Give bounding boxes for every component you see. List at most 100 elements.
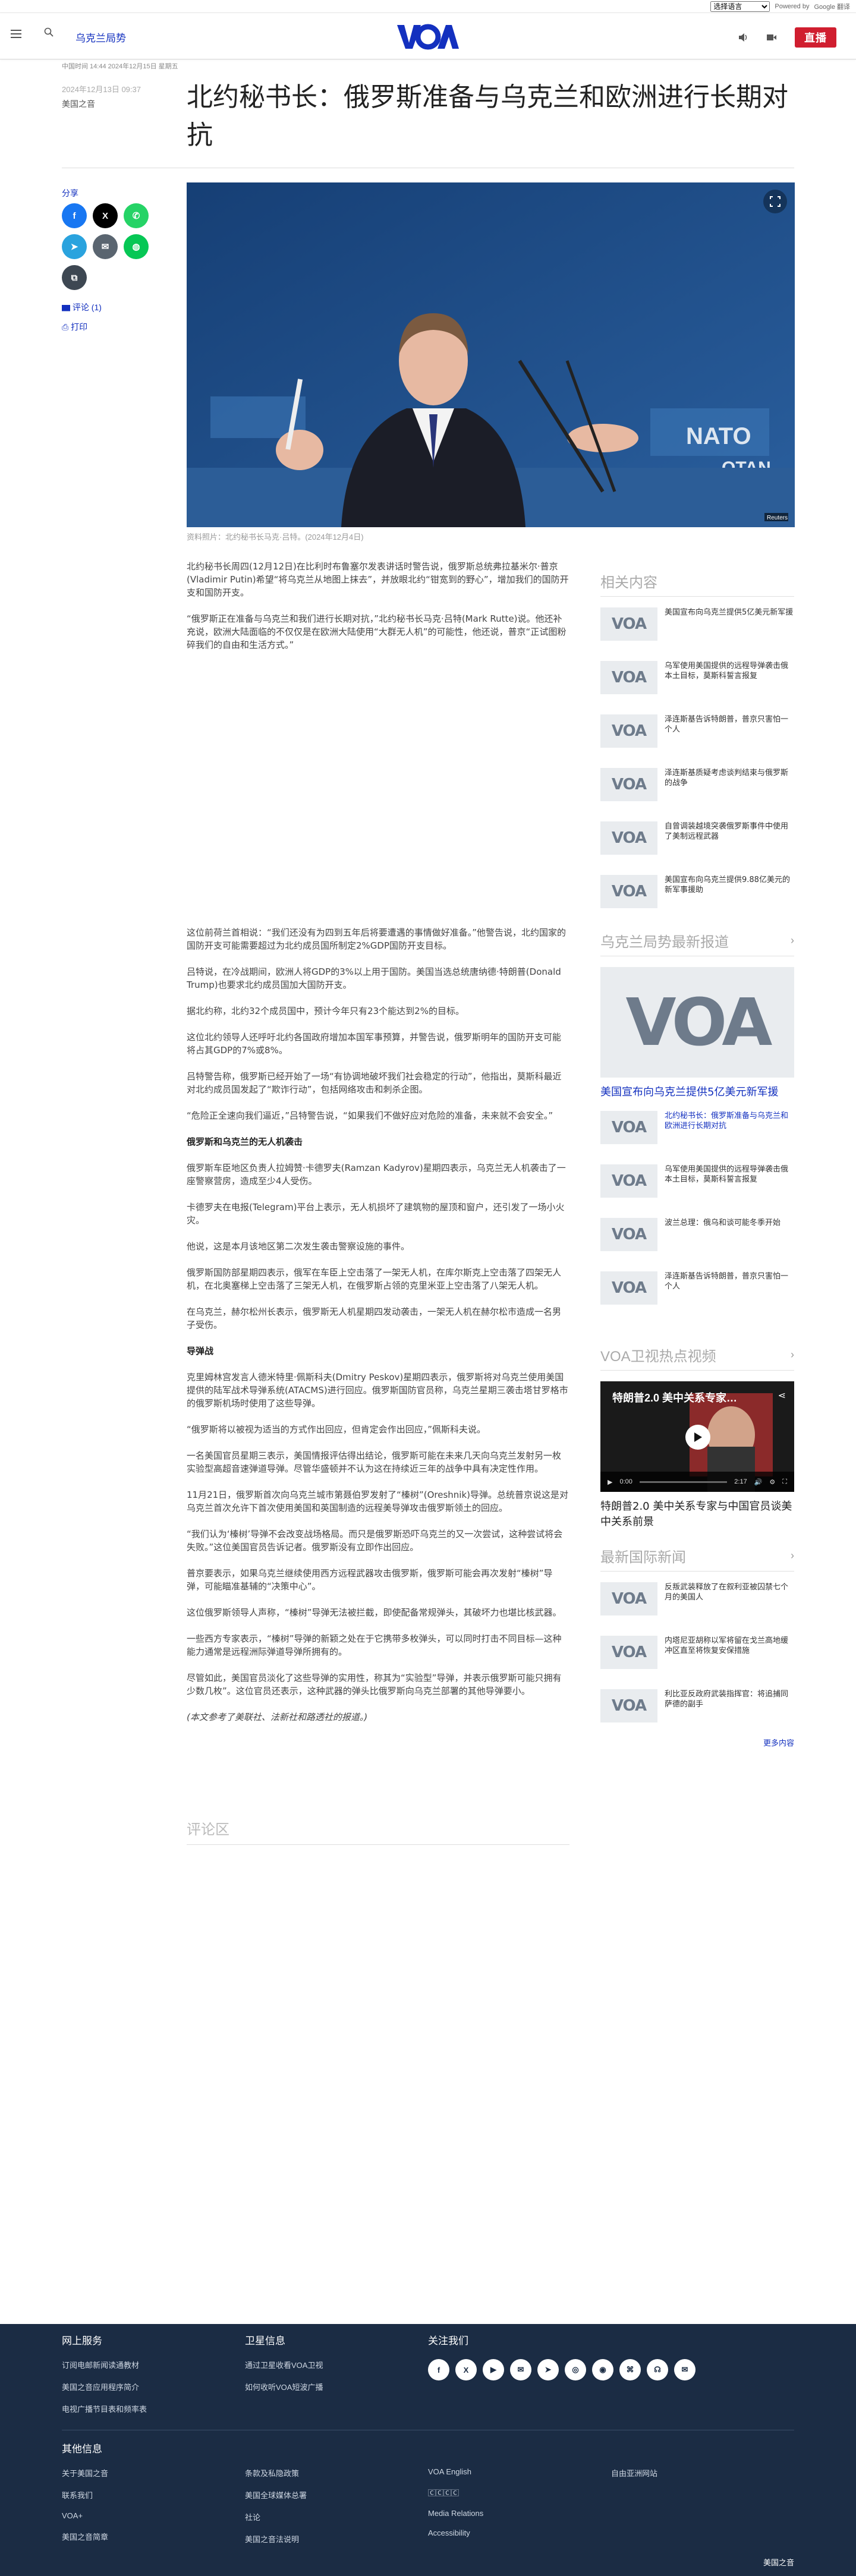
hero-photo-illustration: NATO OTAN Reuters <box>187 182 795 527</box>
telegram-icon[interactable]: ➤ <box>537 2359 559 2380</box>
video-progress[interactable] <box>639 1481 728 1483</box>
list-item[interactable]: VOA 泽连斯基质疑考虑谈判结束与俄罗斯的战争 <box>600 757 794 811</box>
chevron-right-icon: › <box>791 1349 794 1361</box>
feature-headline[interactable]: 美国宣布向乌克兰提供5亿美元新军援 <box>600 1085 794 1100</box>
threads-icon[interactable]: ◉ <box>592 2359 613 2380</box>
paragraph: 俄罗斯车臣地区负责人拉姆赞·卡德罗夫(Ramzan Kadyrov)星期四表示，… <box>187 1163 566 1186</box>
paragraph: 这位前荷兰首相说：“我们还没有为四到五年后将要遭遇的事情做好准备。”他警告说，北… <box>187 927 567 951</box>
audio-icon[interactable] <box>738 32 748 43</box>
video-icon[interactable] <box>766 32 777 43</box>
footer-link[interactable]: 美国之音简章 <box>62 2531 245 2542</box>
copy-link-icon[interactable]: ⧉ <box>62 265 87 290</box>
footer-link[interactable]: Accessibility <box>428 2528 611 2537</box>
list-item[interactable]: VOA 乌军使用美国提供的远程导弹袭击俄本土目标，莫斯科誓言报复 <box>600 650 794 704</box>
footer-link[interactable]: 联系我们 <box>62 2489 245 2501</box>
list-item[interactable]: VOA 北约秘书长：俄罗斯准备与乌克兰和欧洲进行长期对抗 <box>600 1100 794 1154</box>
video-caption[interactable]: 特朗普2.0 美中关系专家与中国官员谈美中关系前景 <box>600 1499 794 1530</box>
settings-icon[interactable]: ⚙ <box>769 1478 775 1486</box>
language-select[interactable]: 选择语言 <box>710 1 770 12</box>
share-icon[interactable]: ⋖ <box>778 1390 786 1402</box>
footer-link[interactable]: 通过卫星收看VOA卫视 <box>245 2359 323 2370</box>
comment-link[interactable]: ▆ 评论 (1) <box>62 301 102 313</box>
rss-icon[interactable]: ⌘ <box>619 2359 641 2380</box>
line-icon[interactable]: ◍ <box>124 234 149 259</box>
list-item[interactable]: VOA 泽连斯基告诉特朗普，普京只害怕一个人 <box>600 704 794 757</box>
list-item[interactable]: VOA 美国宣布向乌克兰提供9.88亿美元的新军事援助 <box>600 864 794 918</box>
ukraine-latest-title[interactable]: 乌克兰局势最新报道 › <box>600 930 794 956</box>
print-link[interactable]: ⎙ 打印 <box>62 321 87 333</box>
footer-link[interactable]: 美国之音法说明 <box>245 2533 428 2544</box>
share-buttons: f X ✆ ➤ ✉ ◍ ⧉ <box>62 203 157 290</box>
article-author: 美国之音 <box>62 99 95 109</box>
podcast-icon[interactable]: ☊ <box>647 2359 668 2380</box>
more-news-link[interactable]: 更多内容 <box>600 1737 794 1748</box>
svg-text:NATO: NATO <box>686 423 751 449</box>
list-item[interactable]: VOA 波兰总理：俄乌和谈可能冬季开始 <box>600 1207 794 1261</box>
footer-link[interactable]: 关于美国之音 <box>62 2467 245 2479</box>
newsletter-icon[interactable]: ✉ <box>674 2359 696 2380</box>
instagram-icon[interactable]: ◎ <box>565 2359 586 2380</box>
footer-link[interactable]: 电视广播节目表和频率表 <box>62 2403 147 2414</box>
list-item[interactable]: VOA 泽连斯基告诉特朗普，普京只害怕一个人 <box>600 1261 794 1314</box>
section-title-link[interactable]: 乌克兰局势 <box>75 30 126 45</box>
live-button[interactable]: 直播 <box>795 27 836 48</box>
x-icon[interactable]: X <box>455 2359 477 2380</box>
international-news-title[interactable]: 最新国际新闻 › <box>600 1545 794 1572</box>
paragraph: “我们认为‘榛树’导弹不会改变战场格局。而只是俄罗斯恐吓乌克兰的又一次尝试，这种… <box>187 1529 563 1552</box>
footer-link[interactable]: 条款及私隐政策 <box>245 2467 428 2479</box>
google-translate-link[interactable]: Google 翻译 <box>814 2 850 11</box>
footer-follow-title: 关注我们 <box>428 2335 468 2347</box>
footer-other-title: 其他信息 <box>62 2443 102 2455</box>
email-icon[interactable]: ✉ <box>93 234 118 259</box>
list-item[interactable]: VOA 美国宣布向乌克兰提供5亿美元新军援 <box>600 597 794 650</box>
video-section: VOA卫视热点视频 › 特朗普2.0 美中关系专家… ⋖ ▶ 0:00 2:17 … <box>600 1344 794 1530</box>
social-icons: f X ▶ ✉ ➤ ◎ ◉ ⌘ ☊ ✉ <box>428 2359 696 2380</box>
video-player[interactable]: 特朗普2.0 美中关系专家… ⋖ ▶ 0:00 2:17 🔊 ⚙ ⛶ <box>600 1381 794 1492</box>
volume-icon[interactable]: 🔊 <box>754 1478 763 1486</box>
footer-link[interactable]: 🄲🄲🄲🄲 <box>428 2487 611 2498</box>
facebook-icon[interactable]: f <box>62 203 87 228</box>
facebook-icon[interactable]: f <box>428 2359 449 2380</box>
x-icon[interactable]: X <box>93 203 118 228</box>
article-date: 2024年12月13日 09:37 <box>62 85 141 94</box>
footer-link[interactable]: VOA+ <box>62 2511 245 2520</box>
footer-link[interactable]: 如何收听VOA短波广播 <box>245 2381 323 2392</box>
share-label: 分享 <box>62 188 78 198</box>
footer-link[interactable]: VOA English <box>428 2467 611 2476</box>
powered-by: Powered by <box>775 2 810 10</box>
list-item[interactable]: VOA 乌军使用美国提供的远程导弹袭击俄本土目标，莫斯科誓言报复 <box>600 1154 794 1207</box>
feature-thumbnail[interactable]: VOA <box>600 967 794 1078</box>
footer-link[interactable]: 社论 <box>245 2511 428 2523</box>
video-section-title[interactable]: VOA卫视热点视频 › <box>600 1344 794 1371</box>
footer-link[interactable]: 美国之音应用程序简介 <box>62 2381 147 2392</box>
email-icon[interactable]: ✉ <box>510 2359 531 2380</box>
telegram-icon[interactable]: ➤ <box>62 234 87 259</box>
youtube-icon[interactable]: ▶ <box>483 2359 504 2380</box>
fullscreen-icon[interactable] <box>763 190 787 213</box>
list-item[interactable]: VOA 自曾调装越境突袭俄罗斯事件中使用了美制远程武器 <box>600 811 794 864</box>
play-icon[interactable] <box>685 1425 710 1450</box>
list-item[interactable]: VOA 内塔尼亚胡称以军将留在戈兰高地缓冲区直至将恢复安保措施 <box>600 1625 794 1679</box>
footer-link[interactable]: 美国全球媒体总署 <box>245 2489 428 2501</box>
list-item[interactable]: VOA 利比亚反政府武装指挥官：将追捕同萨德的副手 <box>600 1679 794 1732</box>
dateline: 中国时间 14:44 2024年12月15日 星期五 <box>62 63 178 70</box>
voa-thumbnail: VOA <box>600 875 657 908</box>
list-item[interactable]: VOA 反叛武装释放了在叙利亚被囚禁七个月的美国人 <box>600 1572 794 1625</box>
menu-icon[interactable] <box>11 30 21 40</box>
footer-link[interactable]: 自由亚洲网站 <box>611 2467 794 2479</box>
paragraph: 这位俄罗斯领导人声称，“榛树”导弹无法被拦截，即使配备常规弹头，其破坏力也堪比核… <box>187 1607 562 1618</box>
voa-logo[interactable] <box>396 23 459 51</box>
hero-photo: NATO OTAN Reuters <box>187 182 795 527</box>
search-icon[interactable] <box>44 27 54 37</box>
footer-link[interactable]: 订阅电邮新闻读通教材 <box>62 2359 147 2370</box>
whatsapp-icon[interactable]: ✆ <box>124 203 149 228</box>
print-icon: ⎙ <box>62 322 71 332</box>
related-title: 相关内容 <box>600 571 794 597</box>
voa-thumbnail: VOA <box>600 714 657 748</box>
paragraph: 俄罗斯国防部星期四表示，俄军在车臣上空击落了一架无人机，在库尔斯克上空击落了四架… <box>187 1267 562 1291</box>
paragraph: “俄罗斯正在准备与乌克兰和我们进行长期对抗，”北约秘书长马克·吕特(Mark R… <box>187 613 567 650</box>
photo-credit: Reuters <box>767 515 788 521</box>
fullscreen-icon[interactable]: ⛶ <box>782 1478 787 1486</box>
footer-link[interactable]: Media Relations <box>428 2509 611 2518</box>
play-small-icon[interactable]: ▶ <box>608 1478 612 1486</box>
